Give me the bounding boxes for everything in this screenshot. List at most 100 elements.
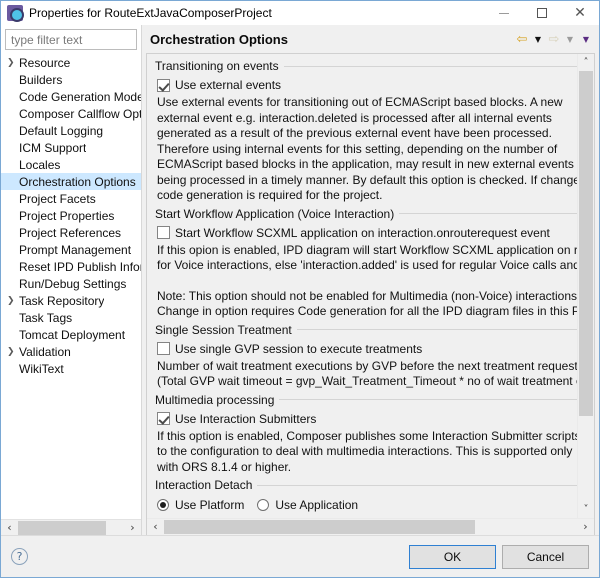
close-button[interactable]: ✕ xyxy=(561,1,599,25)
settings-horizontal-scrollbar[interactable]: ‹ › xyxy=(147,518,594,535)
tree-hscroll-thumb[interactable] xyxy=(18,520,106,535)
start-workflow-scxml-checkbox-row[interactable]: Start Workflow SCXML application on inte… xyxy=(157,224,577,242)
sidebar-item-tomcat-deployment[interactable]: ❯ Tomcat Deployment xyxy=(1,326,141,343)
settings-page-pane: Orchestration Options ⇦ ▼ ⇨ ▼ ▼ Transiti… xyxy=(142,25,599,535)
sidebar-item-label: Orchestration Options xyxy=(19,174,136,189)
wait-treatment-row: Number of wait treatment executions by G… xyxy=(157,358,577,390)
radio-use-platform-label[interactable]: Use Platform xyxy=(175,498,244,512)
checkbox-icon[interactable] xyxy=(157,412,170,425)
sidebar-item-label: Tomcat Deployment xyxy=(19,327,126,342)
radio-use-application-icon[interactable] xyxy=(257,499,270,511)
ok-button[interactable]: OK xyxy=(409,544,496,569)
settings-hscroll-thumb[interactable] xyxy=(164,519,475,534)
settings-vertical-scrollbar[interactable]: ˄ ˅ xyxy=(577,54,594,518)
view-menu-icon[interactable]: ▼ xyxy=(579,31,593,47)
title-bar: Properties for RouteExtJavaComposerProje… xyxy=(1,1,599,25)
sidebar-item-orchestration-options[interactable]: ❯ Orchestration Options xyxy=(1,173,141,190)
tree-indent: ❯ xyxy=(7,143,19,153)
start-workflow-description: If this opion is enabled, IPD diagram wi… xyxy=(157,242,577,320)
page-header: Orchestration Options ⇦ ▼ ⇨ ▼ ▼ xyxy=(142,25,599,53)
forward-arrow-icon[interactable]: ⇨ xyxy=(547,31,561,47)
minimize-button[interactable] xyxy=(485,1,523,25)
sidebar-item-project-facets[interactable]: ❯ Project Facets xyxy=(1,190,141,207)
multimedia-description: If this option is enabled, Composer publ… xyxy=(157,428,577,476)
sidebar-item-locales[interactable]: ❯ Locales xyxy=(1,156,141,173)
back-dropdown-icon[interactable]: ▼ xyxy=(531,31,545,47)
chevron-right-icon[interactable]: ❯ xyxy=(7,58,19,68)
tree-indent: ❯ xyxy=(7,228,19,238)
description-line: If this opion is enabled, IPD diagram wi… xyxy=(157,242,577,257)
settings-hscroll-track[interactable] xyxy=(164,518,577,535)
sidebar-item-label: Composer Callflow Options xyxy=(19,106,141,121)
sidebar-item-wikitext[interactable]: ❯ WikiText xyxy=(1,360,141,377)
group-title: Interaction Detach xyxy=(155,478,253,492)
radio-use-application-label[interactable]: Use Application xyxy=(275,498,358,512)
description-line: Note: This option should not be enabled … xyxy=(157,288,577,303)
checkbox-icon[interactable] xyxy=(157,342,170,355)
scroll-right-icon[interactable]: › xyxy=(577,518,594,535)
scroll-left-icon[interactable]: ‹ xyxy=(147,518,164,535)
back-arrow-icon[interactable]: ⇦ xyxy=(515,31,529,47)
tree-indent: ❯ xyxy=(7,109,19,119)
sidebar-item-run-debug-settings[interactable]: ❯ Run/Debug Settings xyxy=(1,275,141,292)
sidebar-item-label: Task Repository xyxy=(19,293,105,308)
scroll-left-icon[interactable]: ‹ xyxy=(1,519,18,536)
scroll-down-icon[interactable]: ˅ xyxy=(578,501,594,518)
use-interaction-submitters-checkbox-row[interactable]: Use Interaction Submitters xyxy=(157,410,577,428)
checkbox-label: Start Workflow SCXML application on inte… xyxy=(175,225,550,240)
sidebar-item-label: Reset IPD Publish Information xyxy=(19,259,141,274)
sidebar-item-project-references[interactable]: ❯ Project References xyxy=(1,224,141,241)
sidebar-item-project-properties[interactable]: ❯ Project Properties xyxy=(1,207,141,224)
page-toolbar: ⇦ ▼ ⇨ ▼ ▼ xyxy=(515,25,593,53)
tree-indent: ❯ xyxy=(7,177,19,187)
chevron-right-icon[interactable]: ❯ xyxy=(7,296,19,306)
sidebar-item-icm-support[interactable]: ❯ ICM Support xyxy=(1,139,141,156)
properties-dialog: Properties for RouteExtJavaComposerProje… xyxy=(0,0,600,578)
scroll-up-icon[interactable]: ˄ xyxy=(578,54,594,71)
tree-indent: ❯ xyxy=(7,92,19,102)
sidebar-item-label: Project References xyxy=(19,225,122,240)
help-icon[interactable]: ? xyxy=(11,548,28,565)
sidebar-item-builders[interactable]: ❯ Builders xyxy=(1,71,141,88)
checkbox-icon[interactable] xyxy=(157,226,170,239)
sidebar-item-label: Code Generation Mode xyxy=(19,89,141,104)
description-blank-line xyxy=(157,274,577,289)
sidebar-item-label: ICM Support xyxy=(19,140,87,155)
forward-dropdown-icon[interactable]: ▼ xyxy=(563,31,577,47)
sidebar-item-composer-callflow-options[interactable]: ❯ Composer Callflow Options xyxy=(1,105,141,122)
description-line: If this option is enabled, Composer publ… xyxy=(157,428,577,443)
sidebar-item-default-logging[interactable]: ❯ Default Logging xyxy=(1,122,141,139)
radio-use-platform-icon[interactable] xyxy=(157,499,169,511)
settings-vscroll-track[interactable] xyxy=(578,71,594,501)
sidebar-item-task-tags[interactable]: ❯ Task Tags xyxy=(1,309,141,326)
filter-input[interactable]: type filter text xyxy=(5,29,137,50)
use-external-events-checkbox-row[interactable]: Use external events xyxy=(157,76,577,94)
tree-indent: ❯ xyxy=(7,364,19,374)
tree-horizontal-scrollbar[interactable]: ‹ › xyxy=(1,519,141,536)
group-title: Transitioning on events xyxy=(155,59,279,73)
description-line: with ORS 8.1.4 or higher. xyxy=(157,459,292,474)
dialog-buttons: OK Cancel xyxy=(409,544,589,569)
cancel-button[interactable]: Cancel xyxy=(502,544,589,569)
tree-hscroll-track[interactable] xyxy=(18,519,124,536)
tree-indent: ❯ xyxy=(7,160,19,170)
properties-dialog-icon xyxy=(7,5,24,22)
chevron-right-icon[interactable]: ❯ xyxy=(7,347,19,357)
tree-indent: ❯ xyxy=(7,194,19,204)
dialog-body: type filter text ❯ Resource ❯ Builders ❯… xyxy=(1,25,599,536)
use-single-gvp-session-checkbox-row[interactable]: Use single GVP session to execute treatm… xyxy=(157,340,577,358)
sidebar-item-resource[interactable]: ❯ Resource xyxy=(1,54,141,71)
sidebar-item-label: Project Facets xyxy=(19,191,96,206)
sidebar-item-prompt-management[interactable]: ❯ Prompt Management xyxy=(1,241,141,258)
transitioning-description: Use external events for transitioning ou… xyxy=(157,94,577,204)
maximize-button[interactable] xyxy=(523,1,561,25)
sidebar-item-validation[interactable]: ❯ Validation xyxy=(1,343,141,360)
sidebar-item-reset-ipd-publish-information[interactable]: ❯ Reset IPD Publish Information xyxy=(1,258,141,275)
sidebar-item-code-generation-mode[interactable]: ❯ Code Generation Mode xyxy=(1,88,141,105)
tree-indent: ❯ xyxy=(7,245,19,255)
scroll-right-icon[interactable]: › xyxy=(124,519,141,536)
tree-indent: ❯ xyxy=(7,279,19,289)
settings-vscroll-thumb[interactable] xyxy=(579,71,593,416)
checkbox-icon[interactable] xyxy=(157,78,170,92)
sidebar-item-task-repository[interactable]: ❯ Task Repository xyxy=(1,292,141,309)
